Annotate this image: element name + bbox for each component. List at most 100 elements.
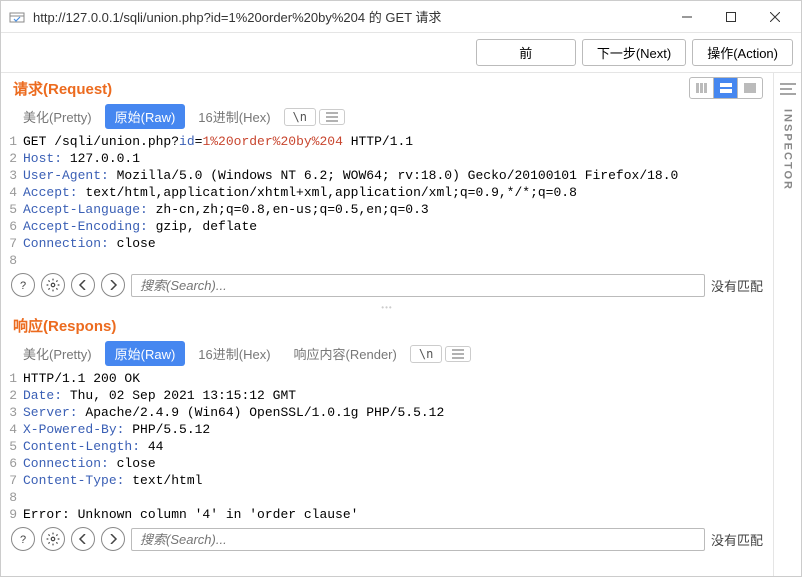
titlebar: http://127.0.0.1/sqli/union.php?id=1%20o… (1, 1, 801, 33)
line-number: 3 (7, 404, 23, 421)
tab-raw[interactable]: 原始(Raw) (105, 341, 186, 366)
code-line: 8 (7, 252, 773, 269)
view-columns-icon[interactable] (690, 78, 714, 98)
tab-render[interactable]: 响应内容(Render) (284, 341, 407, 366)
panel-divider[interactable]: ••• (1, 303, 773, 311)
line-number: 5 (7, 201, 23, 218)
tab-pretty[interactable]: 美化(Pretty) (13, 104, 102, 129)
request-search-row: ? 没有匹配 (1, 269, 773, 303)
tab-newline-toggle[interactable]: \n (284, 108, 316, 126)
line-number: 8 (7, 252, 23, 269)
tab-hex[interactable]: 16进制(Hex) (188, 341, 280, 366)
request-code[interactable]: 1GET /sqli/union.php?id=1%20order%20by%2… (1, 133, 773, 269)
tab-pretty[interactable]: 美化(Pretty) (13, 341, 102, 366)
response-search-input[interactable] (131, 528, 705, 551)
request-header: 请求(Request) (13, 78, 689, 99)
view-single-icon[interactable] (738, 78, 762, 98)
action-button[interactable]: 操作(Action) (692, 39, 793, 66)
code-line: 2Date: Thu, 02 Sep 2021 13:15:12 GMT (7, 387, 773, 404)
code-text: Connection: close (23, 455, 156, 472)
request-tabbar: 美化(Pretty) 原始(Raw) 16进制(Hex) \n (1, 101, 773, 133)
next-button[interactable]: 下一步(Next) (582, 39, 686, 66)
code-line: 4Accept: text/html,application/xhtml+xml… (7, 184, 773, 201)
minimize-button[interactable] (665, 2, 709, 32)
prev-match-icon[interactable] (71, 527, 95, 551)
line-number: 1 (7, 133, 23, 150)
code-text: X-Powered-By: PHP/5.5.12 (23, 421, 210, 438)
request-search-input[interactable] (131, 274, 705, 297)
line-number: 6 (7, 455, 23, 472)
line-number: 6 (7, 218, 23, 235)
code-line: 6Accept-Encoding: gzip, deflate (7, 218, 773, 235)
code-text: Accept-Encoding: gzip, deflate (23, 218, 257, 235)
response-no-match: 没有匹配 (711, 530, 763, 549)
code-text: User-Agent: Mozilla/5.0 (Windows NT 6.2;… (23, 167, 678, 184)
line-number: 7 (7, 472, 23, 489)
line-number: 8 (7, 489, 23, 506)
code-text: Host: 127.0.0.1 (23, 150, 140, 167)
response-panel: 响应(Respons) 美化(Pretty) 原始(Raw) 16进制(Hex)… (1, 311, 773, 557)
tab-raw[interactable]: 原始(Raw) (105, 104, 186, 129)
response-header: 响应(Respons) (13, 315, 763, 336)
app-icon (9, 9, 25, 25)
code-line: 4X-Powered-By: PHP/5.5.12 (7, 421, 773, 438)
svg-text:?: ? (20, 534, 26, 545)
view-split-icon[interactable] (714, 78, 738, 98)
help-icon[interactable]: ? (11, 273, 35, 297)
code-line: 1GET /sqli/union.php?id=1%20order%20by%2… (7, 133, 773, 150)
view-toggle (689, 77, 763, 99)
line-number: 5 (7, 438, 23, 455)
close-button[interactable] (753, 2, 797, 32)
help-icon[interactable]: ? (11, 527, 35, 551)
code-line: 5Content-Length: 44 (7, 438, 773, 455)
line-number: 9 (7, 506, 23, 523)
tab-menu-icon[interactable] (319, 109, 345, 125)
window-controls (665, 2, 797, 32)
prev-match-icon[interactable] (71, 273, 95, 297)
code-line: 3Server: Apache/2.4.9 (Win64) OpenSSL/1.… (7, 404, 773, 421)
code-line: 3User-Agent: Mozilla/5.0 (Windows NT 6.2… (7, 167, 773, 184)
line-number: 4 (7, 184, 23, 201)
back-button[interactable]: 前 (476, 39, 576, 66)
code-text: Accept: text/html,application/xhtml+xml,… (23, 184, 577, 201)
line-number: 2 (7, 387, 23, 404)
tab-hex[interactable]: 16进制(Hex) (188, 104, 280, 129)
code-text: Accept-Language: zh-cn,zh;q=0.8,en-us;q=… (23, 201, 429, 218)
code-text: Error: Unknown column '4' in 'order clau… (23, 506, 358, 523)
line-number: 2 (7, 150, 23, 167)
line-number: 7 (7, 235, 23, 252)
tab-newline-toggle[interactable]: \n (410, 345, 442, 363)
code-line: 6Connection: close (7, 455, 773, 472)
code-line: 1HTTP/1.1 200 OK (7, 370, 773, 387)
code-line: 9Error: Unknown column '4' in 'order cla… (7, 506, 773, 523)
next-match-icon[interactable] (101, 527, 125, 551)
code-line: 5Accept-Language: zh-cn,zh;q=0.8,en-us;q… (7, 201, 773, 218)
code-text: Date: Thu, 02 Sep 2021 13:15:12 GMT (23, 387, 296, 404)
response-code[interactable]: 1HTTP/1.1 200 OK2Date: Thu, 02 Sep 2021 … (1, 370, 773, 523)
maximize-button[interactable] (709, 2, 753, 32)
code-line: 8 (7, 489, 773, 506)
sidebar-label[interactable]: INSPECTOR (782, 109, 794, 191)
window-title: http://127.0.0.1/sqli/union.php?id=1%20o… (33, 7, 665, 26)
gear-icon[interactable] (41, 527, 65, 551)
tab-menu-icon[interactable] (445, 346, 471, 362)
request-no-match: 没有匹配 (711, 276, 763, 295)
svg-text:?: ? (20, 280, 26, 291)
code-text: Content-Length: 44 (23, 438, 163, 455)
code-text: Connection: close (23, 235, 156, 252)
gear-icon[interactable] (41, 273, 65, 297)
response-tabbar: 美化(Pretty) 原始(Raw) 16进制(Hex) 响应内容(Render… (1, 338, 773, 370)
request-panel: 请求(Request) 美化(Pretty) 原始(Raw) 16进制(Hex)… (1, 73, 773, 303)
sidebar: INSPECTOR (773, 73, 801, 576)
code-line: 7Content-Type: text/html (7, 472, 773, 489)
line-number: 1 (7, 370, 23, 387)
code-line: 7Connection: close (7, 235, 773, 252)
topbar: 前 下一步(Next) 操作(Action) (1, 33, 801, 73)
next-match-icon[interactable] (101, 273, 125, 297)
code-text: GET /sqli/union.php?id=1%20order%20by%20… (23, 133, 413, 150)
code-text: Server: Apache/2.4.9 (Win64) OpenSSL/1.0… (23, 404, 444, 421)
code-text: HTTP/1.1 200 OK (23, 370, 140, 387)
sidebar-toggle-icon[interactable] (778, 79, 798, 99)
response-search-row: ? 没有匹配 (1, 523, 773, 557)
code-text: Content-Type: text/html (23, 472, 202, 489)
